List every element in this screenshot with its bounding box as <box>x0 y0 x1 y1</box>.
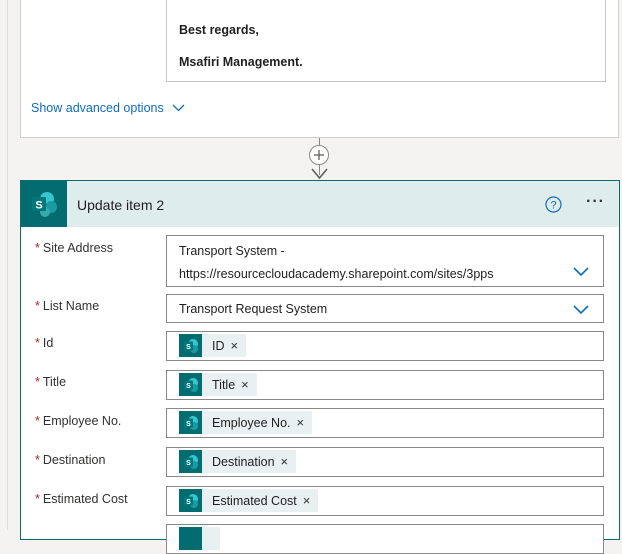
field-label-destination: * Destination <box>35 453 106 467</box>
id-field[interactable]: S ID × <box>166 331 604 361</box>
site-address-value: Transport System - <box>179 244 285 258</box>
dynamic-content-token[interactable]: S Estimated Cost × <box>179 489 319 512</box>
list-name-dropdown[interactable]: Transport Request System <box>166 294 604 323</box>
field-label-estimated-cost: * Estimated Cost <box>35 492 128 506</box>
svg-text:S: S <box>186 383 191 390</box>
sharepoint-icon: S <box>179 334 202 357</box>
svg-text:S: S <box>186 421 191 428</box>
update-item-action-card: S Update item 2 ? ··· * Site Address Tran… <box>20 180 620 554</box>
chevron-down-icon[interactable] <box>573 305 589 315</box>
action-card-header[interactable]: S Update item 2 ? ··· <box>21 181 619 227</box>
sharepoint-icon: S <box>179 411 202 434</box>
employee-no-field[interactable]: S Employee No. × <box>166 408 604 438</box>
remove-token-icon[interactable]: × <box>303 493 311 508</box>
show-advanced-options-label: Show advanced options <box>31 101 164 115</box>
token-label: Estimated Cost <box>212 493 297 508</box>
destination-field[interactable]: S Destination × <box>166 447 604 477</box>
sharepoint-icon <box>179 527 202 550</box>
connector-line <box>319 138 320 145</box>
title-field[interactable]: S Title × <box>166 370 604 400</box>
sharepoint-icon: S <box>21 181 67 227</box>
svg-text:?: ? <box>550 200 556 212</box>
email-body-line: Best regards, <box>179 23 259 37</box>
chevron-down-icon[interactable] <box>573 267 589 277</box>
chevron-down-icon <box>172 104 185 112</box>
connector-arrow-icon <box>311 168 328 180</box>
sharepoint-icon: S <box>179 450 202 473</box>
help-icon[interactable]: ? <box>545 196 562 213</box>
token-label: Title <box>212 377 236 392</box>
token-label: Employee No. <box>212 415 291 430</box>
dynamic-content-token[interactable]: S ID × <box>179 334 247 357</box>
more-options-icon[interactable]: ··· <box>586 193 605 211</box>
token-label: ID <box>212 338 225 353</box>
site-address-url: https://resourcecloudacademy.sharepoint.… <box>179 267 494 281</box>
add-step-button[interactable] <box>309 145 329 165</box>
canvas-guide-line <box>7 0 8 530</box>
show-advanced-options-link[interactable]: Show advanced options <box>31 101 185 115</box>
email-body-line: Msafiri Management. <box>179 55 303 69</box>
svg-text:S: S <box>186 499 191 506</box>
dynamic-content-token[interactable]: S Employee No. × <box>179 411 313 434</box>
svg-text:S: S <box>35 200 42 212</box>
estimated-cost-field[interactable]: S Estimated Cost × <box>166 486 604 516</box>
sharepoint-icon: S <box>179 373 202 396</box>
field-label-employee-no: * Employee No. <box>35 414 122 428</box>
sharepoint-icon: S <box>179 489 202 512</box>
next-field[interactable] <box>166 524 604 554</box>
token-label: Destination <box>212 454 275 469</box>
field-label-site-address: * Site Address <box>35 241 114 255</box>
site-address-dropdown[interactable]: Transport System - https://resourcecloud… <box>166 235 604 287</box>
remove-token-icon[interactable]: × <box>231 338 239 353</box>
dynamic-content-token[interactable]: S Destination × <box>179 450 297 473</box>
list-name-value: Transport Request System <box>179 302 328 316</box>
dynamic-content-token[interactable] <box>179 527 220 550</box>
action-title[interactable]: Update item 2 <box>77 197 164 213</box>
svg-text:S: S <box>186 344 191 351</box>
dynamic-content-token[interactable]: S Title × <box>179 373 257 396</box>
field-label-title: * Title <box>35 375 67 389</box>
remove-token-icon[interactable]: × <box>281 454 289 469</box>
field-label-id: * Id <box>35 336 54 350</box>
field-label-list-name: * List Name <box>35 299 100 313</box>
remove-token-icon[interactable]: × <box>241 377 249 392</box>
email-body-field[interactable]: Best regards, Msafiri Management. <box>166 0 606 82</box>
previous-action-card: Best regards, Msafiri Management. Show a… <box>20 0 619 138</box>
add-step-icon <box>314 150 324 160</box>
svg-text:S: S <box>186 460 191 467</box>
remove-token-icon[interactable]: × <box>297 415 305 430</box>
